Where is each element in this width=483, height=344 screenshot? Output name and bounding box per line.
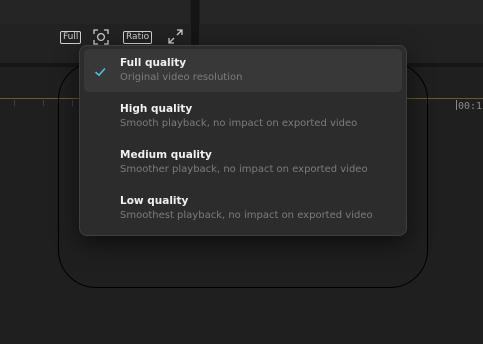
panel-divider-vertical[interactable] (191, 0, 199, 48)
ruler-tick (14, 100, 15, 106)
menu-item-high-quality[interactable]: High quality Smooth playback, no impact … (84, 95, 402, 138)
ruler-time-label: 00:1 (458, 101, 483, 112)
checkmark-icon (94, 63, 106, 76)
menu-item-description: Original video resolution (120, 72, 243, 83)
ruler-tick (43, 100, 44, 106)
menu-item-medium-quality[interactable]: Medium quality Smoother playback, no imp… (84, 141, 402, 184)
menu-item-description: Smooth playback, no impact on exported v… (120, 118, 358, 129)
menu-item-full-quality[interactable]: Full quality Original video resolution (84, 49, 402, 92)
menu-item-label: Low quality (120, 195, 189, 207)
quality-menu: Full quality Original video resolution H… (79, 45, 407, 236)
menu-item-label: Full quality (120, 57, 187, 69)
menu-item-description: Smoother playback, no impact on exported… (120, 164, 368, 175)
ruler-tick (456, 100, 457, 110)
full-quality-button[interactable]: Full (60, 31, 82, 44)
preview-panel-right (200, 0, 483, 24)
menu-item-low-quality[interactable]: Low quality Smoothest playback, no impac… (84, 187, 402, 230)
menu-item-label: High quality (120, 103, 193, 115)
expand-icon[interactable] (168, 29, 183, 44)
editor-stage: 00:1 Full Ratio Full quality Original vi… (0, 0, 483, 344)
menu-item-label: Medium quality (120, 149, 212, 161)
ratio-button[interactable]: Ratio (123, 31, 153, 44)
menu-item-description: Smoothest playback, no impact on exporte… (120, 210, 373, 221)
focus-frame-icon[interactable] (93, 29, 109, 45)
